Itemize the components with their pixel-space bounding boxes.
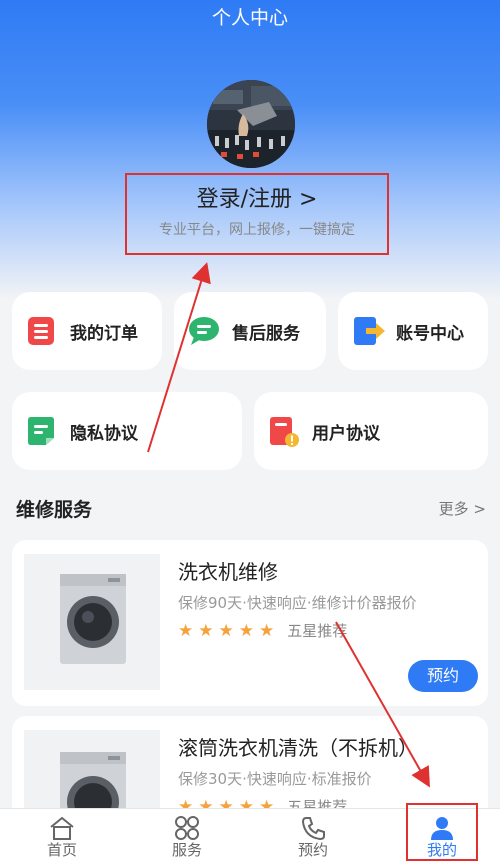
privacy-doc-icon	[26, 416, 56, 446]
tab-services[interactable]: 服务	[137, 809, 237, 861]
star-icon: ★	[259, 620, 275, 641]
annotation-highlight-box	[406, 803, 478, 861]
account-exit-icon	[352, 316, 385, 346]
shortcut-privacy-policy[interactable]: 隐私协议	[12, 392, 242, 470]
tab-label: 服务	[171, 841, 202, 859]
shortcut-after-sales[interactable]: 售后服务	[174, 292, 326, 370]
shortcut-label: 隐私协议	[70, 423, 138, 444]
login-subtitle: 专业平台，网上报修，一键搞定	[159, 222, 355, 238]
service-description: 保修90天·快速响应·维修计价器报价	[178, 594, 417, 612]
avatar-image-icon	[207, 80, 295, 168]
shortcut-label: 售后服务	[232, 323, 300, 344]
shortcut-label: 用户协议	[312, 423, 380, 444]
service-title: 滚筒洗衣机清洗（不拆机）	[178, 736, 418, 760]
user-agreement-icon	[268, 416, 299, 447]
order-list-icon	[26, 316, 56, 346]
tab-booking[interactable]: 预约	[263, 809, 363, 861]
section-title: 维修服务	[16, 499, 93, 521]
service-title: 洗衣机维修	[178, 560, 278, 584]
rating-label: 五星推荐	[287, 622, 348, 640]
home-icon	[50, 816, 74, 840]
avatar[interactable]	[207, 80, 295, 168]
star-icon: ★	[238, 620, 254, 641]
repair-section-header: 维修服务 更多 >	[14, 492, 486, 524]
chat-bubble-icon	[188, 316, 219, 346]
shortcut-label: 账号中心	[396, 323, 464, 344]
star-icon: ★	[178, 620, 194, 641]
washing-machine-image	[24, 554, 160, 690]
shortcut-account-center[interactable]: 账号中心	[338, 292, 488, 370]
book-button[interactable]: 预约	[408, 660, 478, 692]
service-description: 保修30天·快速响应·标准报价	[178, 770, 372, 788]
rating-stars: ★ ★ ★ ★ ★ 五星推荐	[178, 620, 347, 641]
star-icon: ★	[218, 620, 234, 641]
tab-home[interactable]: 首页	[12, 809, 112, 861]
shortcut-my-orders[interactable]: 我的订单	[12, 292, 162, 370]
more-link[interactable]: 更多 >	[439, 498, 486, 519]
login-register-panel[interactable]: 登录/注册 > 专业平台，网上报修，一键搞定	[125, 173, 389, 255]
tab-label: 首页	[46, 841, 77, 859]
phone-icon	[301, 817, 325, 841]
shortcut-label: 我的订单	[70, 323, 138, 344]
shortcut-user-agreement[interactable]: 用户协议	[254, 392, 488, 470]
page-title: 个人中心	[211, 7, 288, 29]
login-register-link[interactable]: 登录/注册 >	[127, 185, 387, 215]
grid-icon	[175, 816, 199, 840]
service-card[interactable]: 洗衣机维修 保修90天·快速响应·维修计价器报价 ★ ★ ★ ★ ★ 五星推荐 …	[12, 540, 488, 706]
star-icon: ★	[198, 620, 214, 641]
tab-label: 预约	[297, 841, 328, 859]
washing-machine-icon	[60, 574, 126, 664]
